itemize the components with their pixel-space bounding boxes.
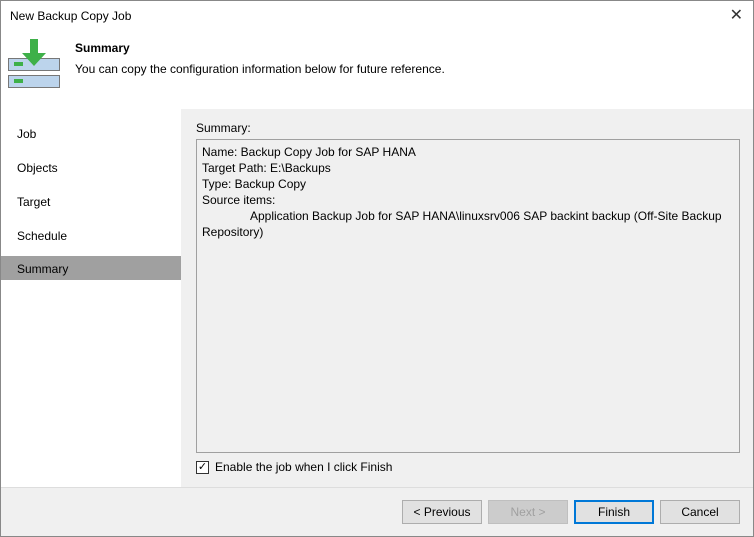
summary-line-type: Type: Backup Copy xyxy=(202,177,307,191)
previous-button[interactable]: < Previous xyxy=(402,500,482,524)
window-title: New Backup Copy Job xyxy=(10,9,132,23)
finish-button[interactable]: Finish xyxy=(574,500,654,524)
wizard-steps: Job Objects Target Schedule Summary xyxy=(1,109,181,487)
header-title: Summary xyxy=(75,41,130,55)
summary-line-name: Name: Backup Copy Job for SAP HANA xyxy=(202,145,416,159)
summary-source-item: Application Backup Job for SAP HANA\linu… xyxy=(202,209,722,239)
checkbox-check-icon[interactable]: ✓ xyxy=(196,460,209,474)
summary-line-source: Source items: xyxy=(202,193,276,207)
title-bar: New Backup Copy Job ✕ xyxy=(1,1,753,31)
enable-job-checkbox[interactable]: ✓ Enable the job when I click Finish xyxy=(196,460,392,474)
step-schedule[interactable]: Schedule xyxy=(1,223,181,247)
step-job[interactable]: Job xyxy=(1,121,181,145)
footer-divider xyxy=(1,487,753,488)
header-description: You can copy the configuration informati… xyxy=(75,62,445,76)
cancel-button[interactable]: Cancel xyxy=(660,500,740,524)
step-objects[interactable]: Objects xyxy=(1,155,181,179)
summary-label: Summary: xyxy=(196,121,251,135)
backup-copy-icon xyxy=(8,39,60,88)
enable-job-label: Enable the job when I click Finish xyxy=(215,460,393,474)
dialog-window: New Backup Copy Job ✕ Summary You can co… xyxy=(0,0,754,537)
summary-line-target: Target Path: E:\Backups xyxy=(202,161,331,175)
step-target[interactable]: Target xyxy=(1,189,181,213)
wizard-header: Summary You can copy the configuration i… xyxy=(1,31,753,109)
step-summary[interactable]: Summary xyxy=(1,256,181,280)
summary-textbox[interactable]: Name: Backup Copy Job for SAP HANA Targe… xyxy=(196,139,740,453)
close-icon[interactable]: ✕ xyxy=(730,5,743,25)
next-button[interactable]: Next > xyxy=(488,500,568,524)
